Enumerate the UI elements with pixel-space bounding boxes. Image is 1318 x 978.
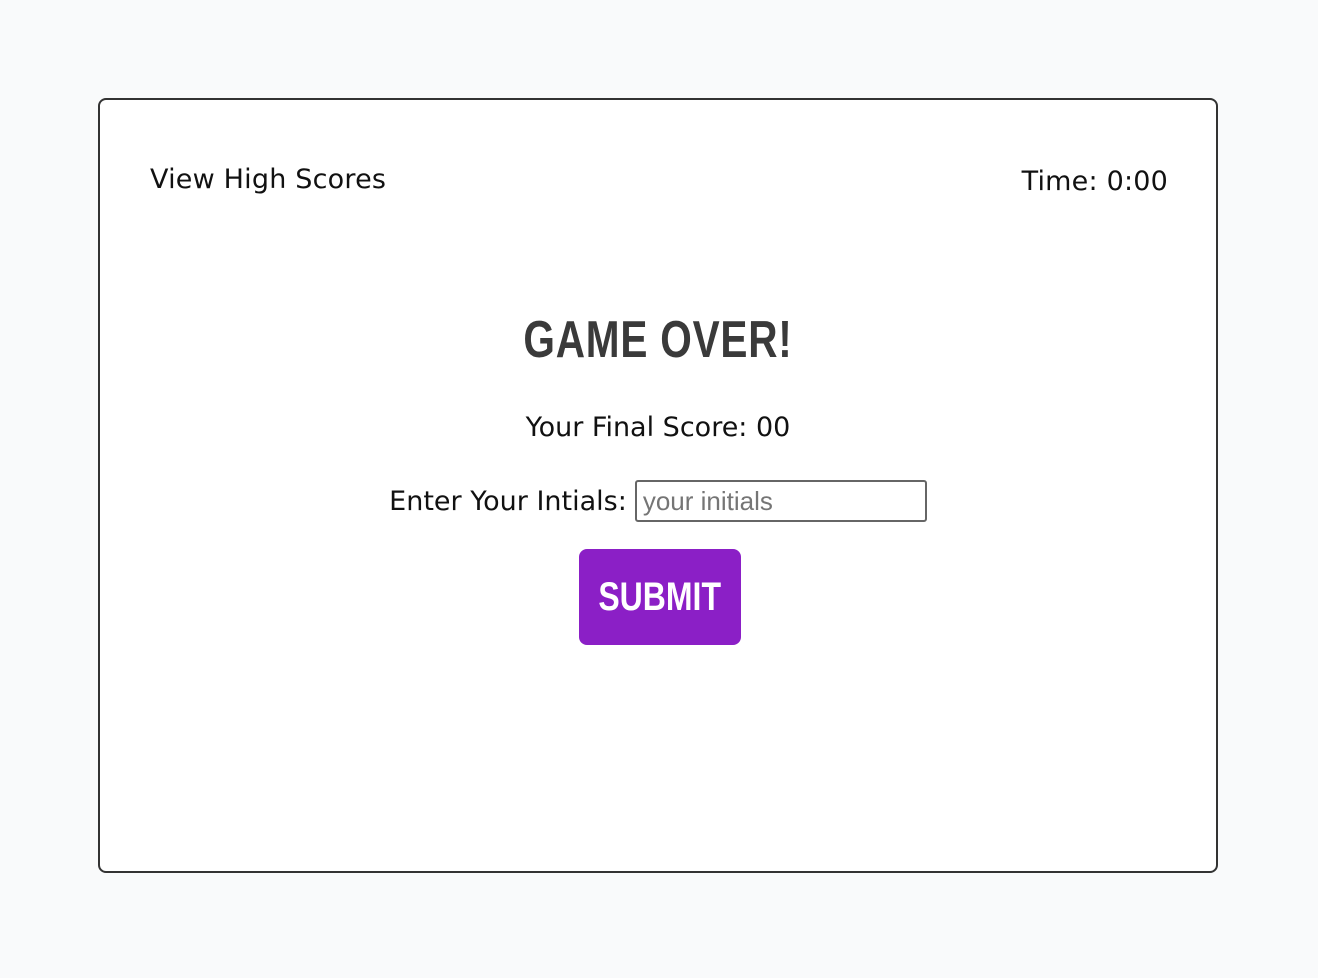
initials-form-row: Enter Your Intials: xyxy=(100,480,1216,522)
timer-display: Time: 0:00 xyxy=(1021,166,1168,197)
view-high-scores-link[interactable]: View High Scores xyxy=(150,164,386,195)
page-title: GAME OVER! xyxy=(523,310,793,369)
game-over-card: View High Scores Time: 0:00 GAME OVER! Y… xyxy=(98,98,1218,873)
initials-input[interactable] xyxy=(634,480,927,522)
submit-button[interactable]: SUBMIT xyxy=(579,549,741,645)
initials-label: Enter Your Intials: xyxy=(389,485,627,517)
final-score-text: Your Final Score: 00 xyxy=(525,412,791,443)
submit-button-label: SUBMIT xyxy=(598,574,722,619)
